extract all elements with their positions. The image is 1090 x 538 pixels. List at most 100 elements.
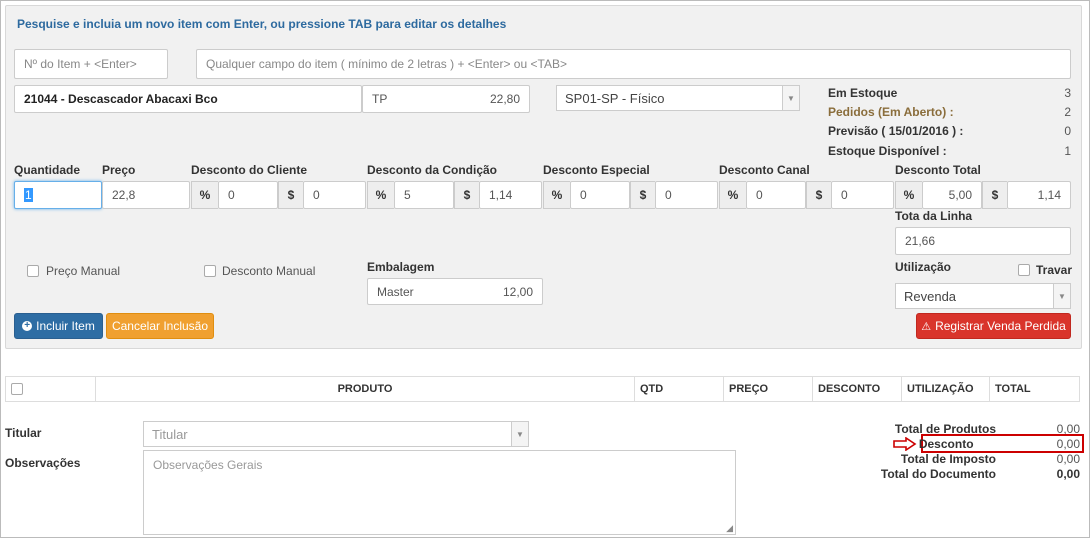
- desconto-manual-label: Desconto Manual: [222, 264, 316, 278]
- percent-addon: %: [543, 181, 570, 209]
- percent-addon: %: [191, 181, 218, 209]
- warehouse-select[interactable]: SP01-SP - Físico ▼: [556, 85, 800, 111]
- desc-especial-val-input[interactable]: 0: [655, 181, 718, 209]
- column-desconto[interactable]: DESCONTO: [813, 377, 902, 401]
- item-search-placeholder: Qualquer campo do item ( mínimo de 2 let…: [206, 57, 567, 71]
- currency-addon: $: [806, 181, 831, 209]
- desc-condicao-pct-input[interactable]: 5: [394, 181, 454, 209]
- desconto-manual-checkbox[interactable]: [204, 265, 216, 277]
- item-name-field[interactable]: 21044 - Descascador Abacaxi Bco: [14, 85, 362, 113]
- preco-input[interactable]: 22,8: [102, 181, 190, 209]
- chevron-down-icon: ▼: [511, 422, 528, 446]
- desconto-label: Desconto: [918, 437, 974, 451]
- currency-addon: $: [454, 181, 479, 209]
- embalagem-label: Embalagem: [367, 260, 435, 274]
- travar-checkbox[interactable]: [1018, 264, 1030, 276]
- desc-condicao-val-input[interactable]: 1,14: [479, 181, 542, 209]
- stock-value: 2: [1064, 105, 1071, 119]
- stock-label: Previsão ( 15/01/2016 ) :: [828, 124, 964, 138]
- resize-handle-icon[interactable]: ◢: [726, 523, 733, 534]
- stock-label: Estoque Disponível :: [828, 144, 947, 158]
- embalagem-quantity: 12,00: [502, 284, 533, 299]
- titular-select[interactable]: Titular ▼: [143, 421, 529, 447]
- price-table-field[interactable]: TP 22,80: [362, 85, 530, 113]
- desc-condicao-val-value: 1,14: [489, 188, 513, 202]
- column-utilizacao[interactable]: UTILIZAÇÃO: [902, 377, 990, 401]
- chevron-down-icon: ▼: [782, 86, 799, 110]
- plus-circle-icon: +: [22, 321, 33, 331]
- utilizacao-select[interactable]: Revenda ▼: [895, 283, 1071, 309]
- desc-especial-pct-input[interactable]: 0: [570, 181, 630, 209]
- titular-label: Titular: [5, 426, 42, 440]
- incluir-item-label: Incluir Item: [36, 319, 95, 333]
- incluir-item-button[interactable]: + Incluir Item: [14, 313, 103, 339]
- item-name: 21044 - Descascador Abacaxi Bco: [24, 92, 218, 106]
- titular-placeholder: Titular: [152, 426, 188, 442]
- desc-cliente-val-input[interactable]: 0: [303, 181, 366, 209]
- registrar-venda-perdida-button[interactable]: ⚠ Registrar Venda Perdida: [916, 313, 1071, 339]
- stock-value: 0: [1064, 124, 1071, 138]
- percent-addon: %: [895, 181, 922, 209]
- desc-total-label: Desconto Total: [895, 163, 981, 177]
- desc-condicao-pct-value: 5: [404, 188, 411, 202]
- item-number-input[interactable]: Nº do Item + <Enter>: [14, 49, 168, 79]
- total-documento-row: Total do Documento 0,00: [840, 467, 1080, 481]
- preco-manual-label: Preço Manual: [46, 264, 121, 278]
- percent-addon: %: [367, 181, 394, 209]
- stock-row-pedidos: Pedidos (Em Aberto) : 2: [828, 105, 1071, 119]
- stock-value: 3: [1064, 86, 1071, 100]
- stock-row-disponivel: Estoque Disponível : 1: [828, 144, 1071, 158]
- total-linha-value: 21,66: [905, 234, 936, 248]
- currency-addon: $: [630, 181, 655, 209]
- desc-condicao-label: Desconto da Condição: [367, 163, 498, 177]
- column-preco[interactable]: PREÇO: [724, 377, 813, 401]
- warning-icon: ⚠: [921, 320, 932, 333]
- column-qtd[interactable]: QTD: [635, 377, 724, 401]
- embalagem-field[interactable]: Master 12,00: [367, 278, 543, 305]
- total-documento-label: Total do Documento: [880, 467, 996, 481]
- desc-total-val-input[interactable]: 1,14: [1007, 181, 1071, 209]
- desc-cliente-pct-value: 0: [228, 188, 235, 202]
- desc-canal-val-value: 0: [841, 188, 848, 202]
- total-linha-input[interactable]: 21,66: [895, 227, 1071, 255]
- observacoes-label: Observações: [5, 456, 81, 470]
- instruction-text: Pesquise e incluia um novo item com Ente…: [17, 17, 507, 31]
- desc-cliente-label: Desconto do Cliente: [191, 163, 308, 177]
- select-all-checkbox[interactable]: [11, 383, 23, 395]
- warehouse-selected: SP01-SP - Físico: [565, 90, 665, 106]
- stock-label: Em Estoque: [828, 86, 898, 100]
- column-produto[interactable]: PRODUTO: [96, 377, 635, 401]
- currency-addon: $: [278, 181, 303, 209]
- desc-canal-pct-value: 0: [756, 188, 763, 202]
- observacoes-placeholder: Observações Gerais: [153, 458, 263, 472]
- desc-canal-val-input[interactable]: 0: [831, 181, 894, 209]
- quantidade-value: 1: [24, 188, 33, 202]
- travar-label: Travar: [1036, 263, 1073, 277]
- desconto-row: Desconto 0,00: [840, 437, 1080, 451]
- cancelar-inclusao-label: Cancelar Inclusão: [111, 319, 209, 333]
- item-search-input[interactable]: Qualquer campo do item ( mínimo de 2 let…: [196, 49, 1071, 79]
- item-number-placeholder: Nº do Item + <Enter>: [24, 57, 137, 71]
- desc-cliente-pct-input[interactable]: 0: [218, 181, 278, 209]
- price-table-value: 22,80: [489, 92, 520, 106]
- column-total[interactable]: TOTAL: [990, 377, 1079, 401]
- total-imposto-label: Total de Imposto: [900, 452, 996, 466]
- percent-addon: %: [719, 181, 746, 209]
- desc-especial-label: Desconto Especial: [543, 163, 650, 177]
- desc-total-pct-input[interactable]: 5,00: [922, 181, 982, 209]
- preco-manual-checkbox[interactable]: [27, 265, 39, 277]
- quantidade-label: Quantidade: [14, 163, 81, 177]
- quantidade-input[interactable]: 1: [14, 181, 102, 209]
- stock-row-previsao: Previsão ( 15/01/2016 ) : 0: [828, 124, 1071, 138]
- preco-label: Preço: [102, 163, 136, 177]
- stock-row-em-estoque: Em Estoque 3: [828, 86, 1071, 100]
- observacoes-textarea[interactable]: Observações Gerais ◢: [143, 450, 736, 535]
- preco-value: 22,8: [112, 188, 136, 202]
- desc-total-val-value: 1,14: [1037, 188, 1061, 202]
- total-documento-value: 0,00: [1056, 467, 1080, 481]
- desc-canal-label: Desconto Canal: [719, 163, 810, 177]
- stock-value: 1: [1064, 144, 1071, 158]
- desc-canal-pct-input[interactable]: 0: [746, 181, 806, 209]
- desc-total-pct-value: 5,00: [948, 188, 972, 202]
- cancelar-inclusao-button[interactable]: Cancelar Inclusão: [106, 313, 214, 339]
